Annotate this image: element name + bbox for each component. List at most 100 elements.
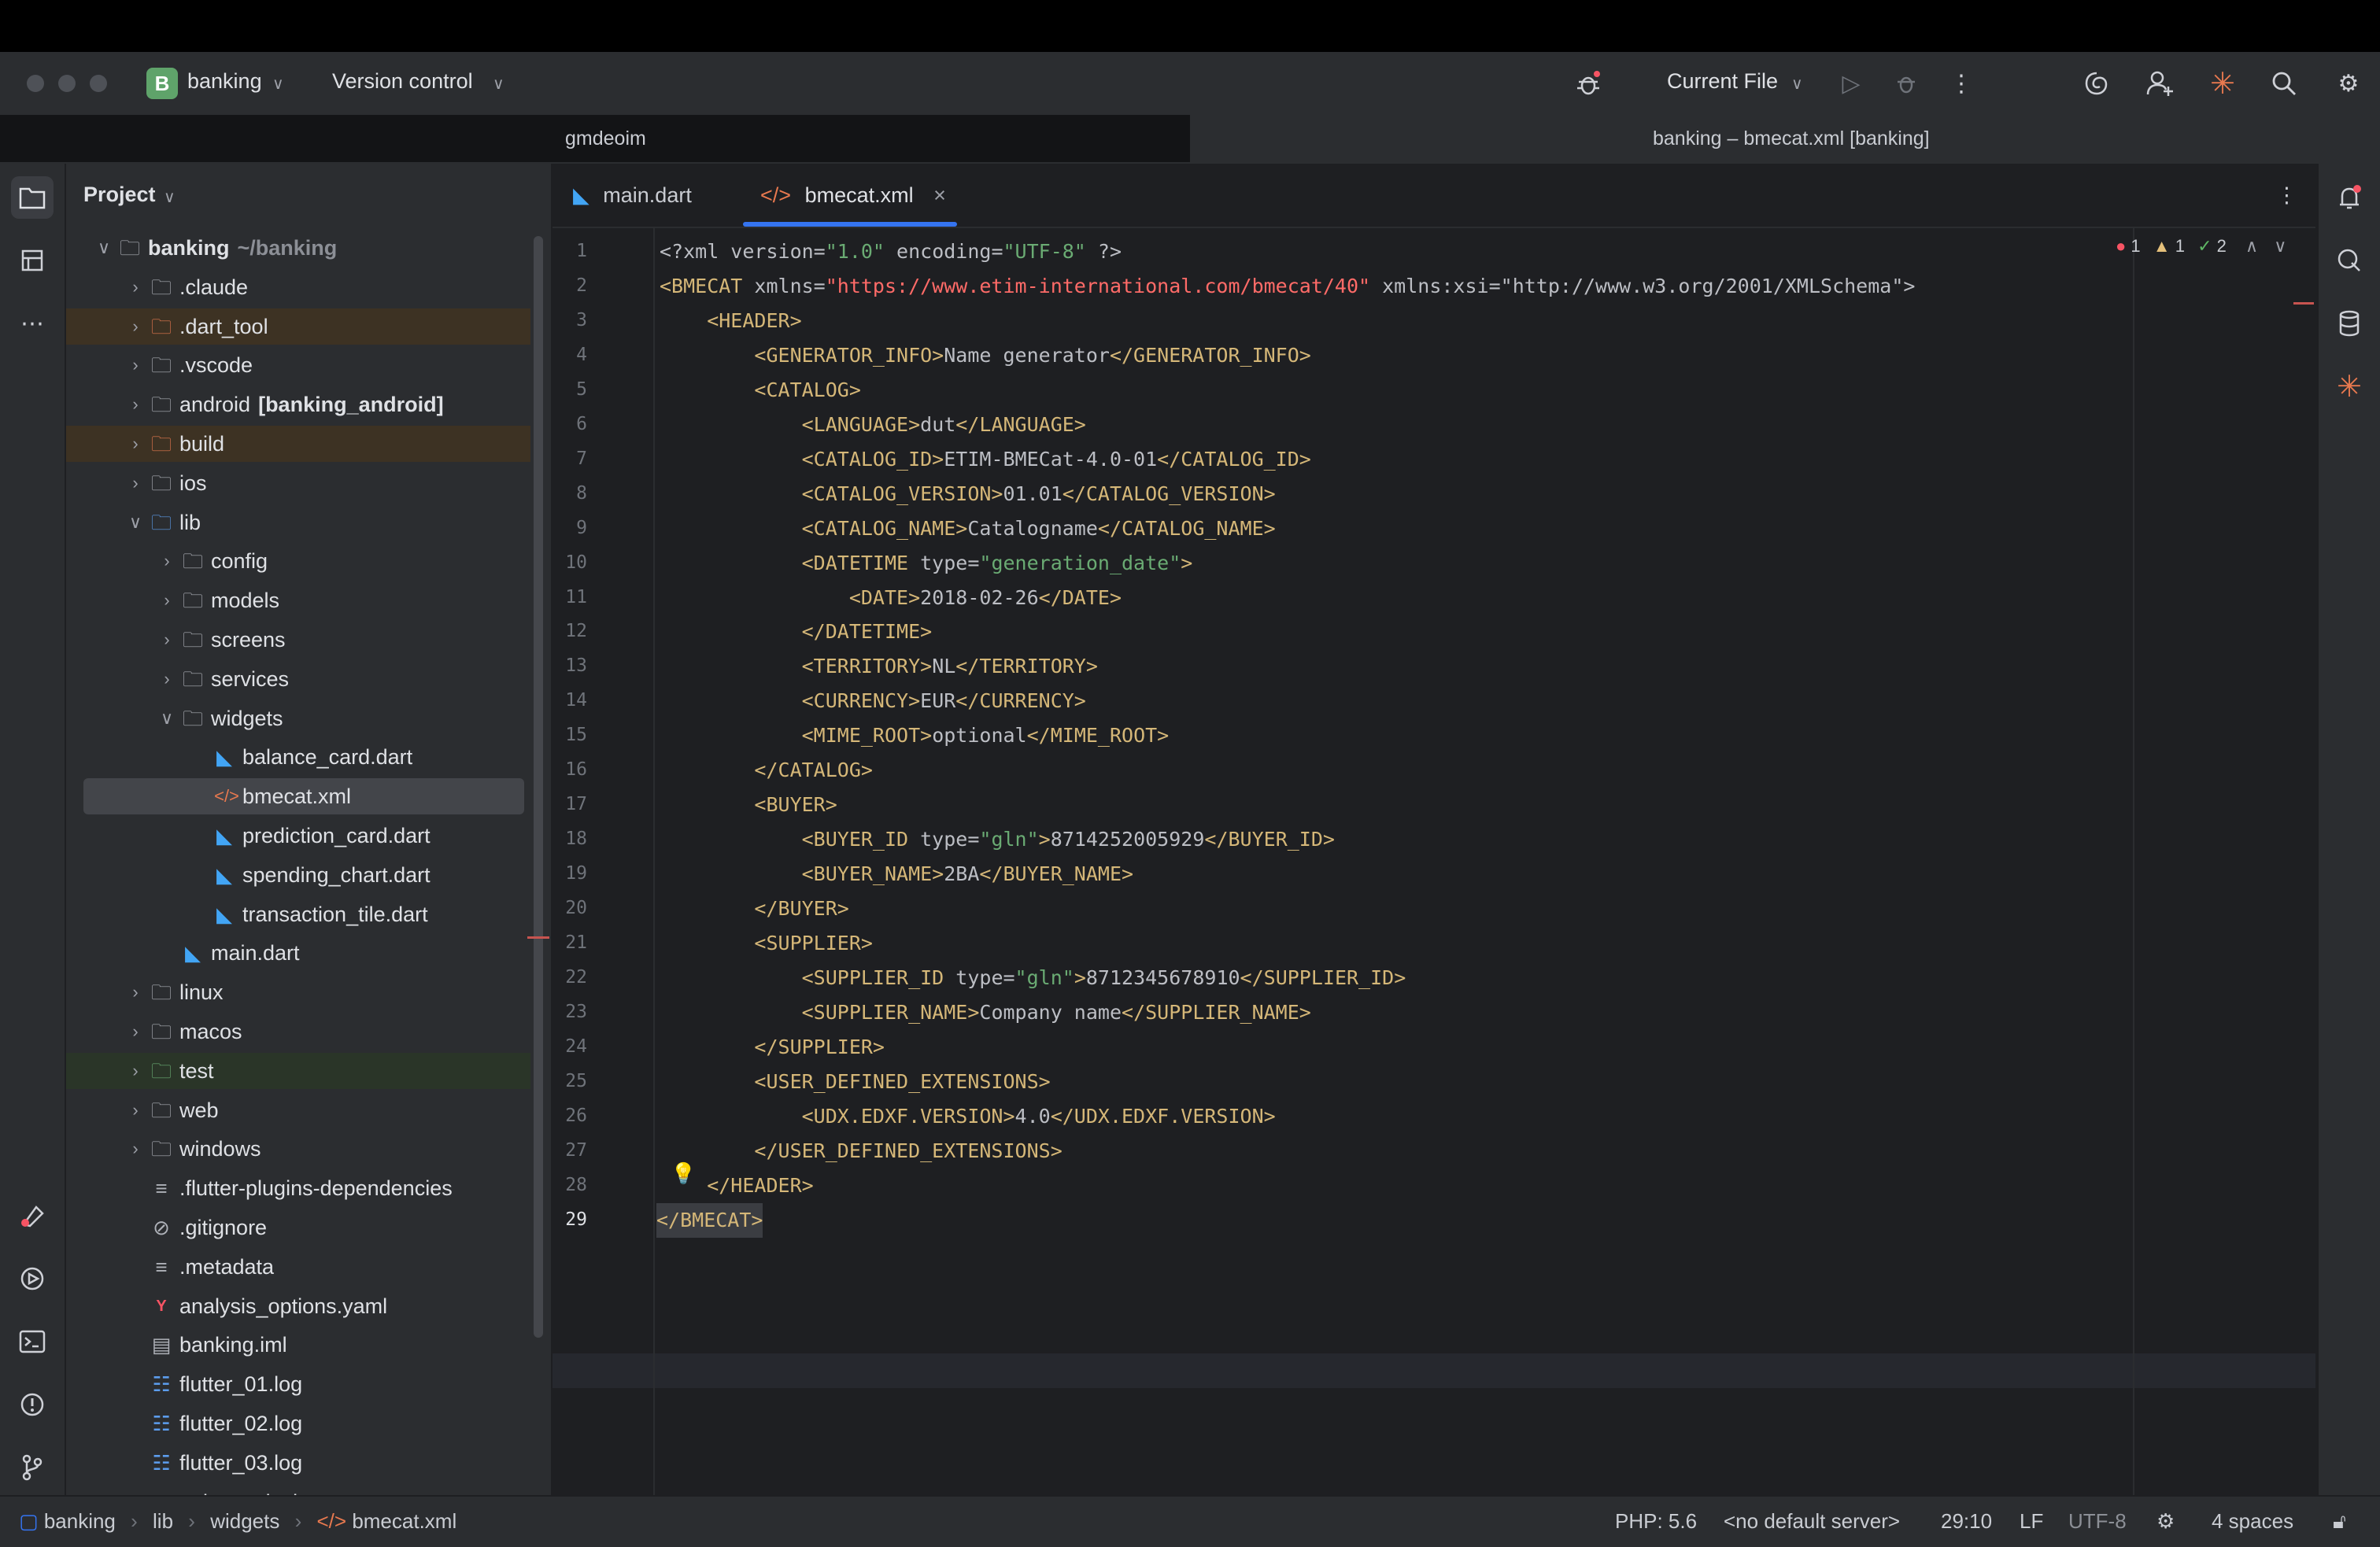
- ai-chat-icon[interactable]: [2328, 239, 2371, 282]
- chevron-right-icon[interactable]: ›: [128, 1092, 143, 1128]
- code-line[interactable]: <SUPPLIER_NAME>Company name</SUPPLIER_NA…: [660, 995, 1311, 1030]
- tree-item[interactable]: ◣ transaction_tile.dart: [66, 896, 530, 932]
- tree-item[interactable]: ☷ flutter_01.log: [66, 1366, 530, 1402]
- code-line[interactable]: <HEADER>: [660, 304, 801, 338]
- window-minimize-button[interactable]: [58, 75, 76, 92]
- tree-item[interactable]: ▤ banking.iml: [66, 1327, 530, 1363]
- project-scrollbar[interactable]: [534, 236, 543, 1338]
- close-icon[interactable]: ×: [933, 183, 946, 207]
- lock-icon[interactable]: 🔓︎: [2333, 1509, 2346, 1534]
- tree-item[interactable]: › 🗀︎ linux: [66, 974, 530, 1010]
- tree-item[interactable]: ◣ main.dart: [66, 935, 530, 971]
- ai-assistant-icon[interactable]: [2079, 66, 2114, 101]
- tree-item[interactable]: › 🗀︎ screens: [66, 622, 530, 658]
- tree-item[interactable]: ∨ 🗀︎ lib: [66, 504, 530, 541]
- terminal-icon[interactable]: [11, 1320, 54, 1363]
- code-line[interactable]: <DATETIME type="generation_date">: [660, 546, 1193, 581]
- tree-item[interactable]: › 🗀︎ .dart_tool: [66, 308, 530, 345]
- breadcrumb-item[interactable]: bmecat.xml: [352, 1509, 456, 1533]
- code-line[interactable]: <SUPPLIER>: [660, 926, 873, 961]
- search-icon[interactable]: [2267, 66, 2301, 101]
- code-line[interactable]: <BUYER_NAME>2BA</BUYER_NAME>: [660, 857, 1133, 892]
- code-line[interactable]: <CATALOG_ID>ETIM-BMECat-4.0-01</CATALOG_…: [660, 442, 1311, 477]
- code-line[interactable]: <CURRENCY>EUR</CURRENCY>: [660, 684, 1086, 718]
- chevron-right-icon[interactable]: ›: [159, 622, 175, 658]
- tree-item[interactable]: › 🗀︎ web: [66, 1092, 530, 1128]
- settings-icon[interactable]: ⚙: [2331, 66, 2366, 101]
- tree-item[interactable]: › 🗀︎ services: [66, 661, 530, 697]
- chevron-down-icon[interactable]: ∨: [2274, 236, 2286, 256]
- tree-item[interactable]: › 🗀︎ models: [66, 582, 530, 618]
- debug-icon[interactable]: [1889, 66, 1924, 101]
- more-vertical-icon[interactable]: ⋮: [1944, 66, 1979, 101]
- breadcrumb-item[interactable]: lib: [153, 1509, 173, 1533]
- claude-icon[interactable]: ✳: [2205, 66, 2240, 101]
- indent-setting[interactable]: 4 spaces: [2212, 1509, 2293, 1534]
- code-line[interactable]: <BUYER_ID type="gln">8714252005929</BUYE…: [660, 822, 1335, 857]
- code-line[interactable]: <GENERATOR_INFO>Name generator</GENERATO…: [660, 338, 1310, 373]
- project-name[interactable]: banking: [187, 69, 262, 94]
- code-line[interactable]: <CATALOG_VERSION>01.01</CATALOG_VERSION>: [660, 477, 1276, 511]
- run-tool-icon[interactable]: [11, 1257, 54, 1300]
- code-line[interactable]: <TERRITORY>NL</TERRITORY>: [660, 649, 1098, 684]
- window-zoom-button[interactable]: [90, 75, 107, 92]
- chevron-right-icon[interactable]: ›: [159, 582, 175, 618]
- code-line[interactable]: <DATE>2018-02-26</DATE>: [660, 581, 1122, 615]
- chevron-right-icon[interactable]: ›: [128, 1013, 143, 1050]
- chevron-right-icon[interactable]: ›: [128, 1053, 143, 1089]
- window-tab-inactive[interactable]: gmdeoim: [0, 115, 1190, 162]
- claude-icon[interactable]: ✳: [2328, 365, 2371, 408]
- flutter-inspector-icon[interactable]: [11, 1194, 54, 1237]
- code-line[interactable]: <LANGUAGE>dut</LANGUAGE>: [660, 408, 1086, 442]
- code-line[interactable]: </CATALOG>: [660, 753, 873, 788]
- tab-main-dart[interactable]: ◣ main.dart: [573, 164, 692, 227]
- chevron-right-icon[interactable]: ›: [128, 347, 143, 383]
- code-line[interactable]: <MIME_ROOT>optional</MIME_ROOT>: [660, 718, 1170, 753]
- tree-item[interactable]: › 🗀︎ config: [66, 543, 530, 579]
- database-icon[interactable]: [2328, 302, 2371, 345]
- notifications-icon[interactable]: [2328, 176, 2371, 219]
- tree-item[interactable]: ◣ balance_card.dart: [66, 739, 530, 775]
- chevron-right-icon[interactable]: ›: [128, 426, 143, 462]
- chevron-right-icon[interactable]: ›: [128, 974, 143, 1010]
- code-line[interactable]: <SUPPLIER_ID type="gln">8712345678910</S…: [660, 961, 1406, 995]
- code-line[interactable]: <USER_DEFINED_EXTENSIONS>: [660, 1065, 1050, 1099]
- bug-status-icon[interactable]: ⚙: [2156, 1509, 2175, 1534]
- tree-item[interactable]: ≡ .metadata: [66, 1249, 530, 1285]
- tree-item[interactable]: › 🗀︎ .vscode: [66, 347, 530, 383]
- git-branch-icon[interactable]: [11, 1446, 54, 1489]
- more-vertical-icon[interactable]: ⋮: [2276, 164, 2297, 227]
- chevron-right-icon[interactable]: ›: [128, 465, 143, 501]
- tree-item[interactable]: › 🗀︎ android [banking_android]: [66, 386, 530, 423]
- chevron-right-icon[interactable]: ›: [128, 1131, 143, 1167]
- tree-item[interactable]: ⊘ .gitignore: [66, 1209, 530, 1246]
- tree-item[interactable]: ☷ flutter_03.log: [66, 1445, 530, 1481]
- tree-item[interactable]: </> bmecat.xml: [83, 778, 524, 815]
- code-line[interactable]: </BUYER>: [660, 892, 848, 926]
- tree-item[interactable]: ◣ spending_chart.dart: [66, 857, 530, 893]
- caret-position[interactable]: 29:10: [1941, 1509, 1992, 1534]
- code-line[interactable]: <BMECAT xmlns="https://www.etim-internat…: [660, 269, 1915, 304]
- tree-item[interactable]: › 🗀︎ windows: [66, 1131, 530, 1167]
- chevron-up-icon[interactable]: ∧: [2245, 236, 2258, 256]
- code-line[interactable]: </DATETIME>: [660, 615, 933, 649]
- code-line[interactable]: <BUYER>: [660, 788, 837, 822]
- tree-item[interactable]: ☷ flutter_02.log: [66, 1405, 530, 1442]
- chevron-right-icon[interactable]: ›: [128, 269, 143, 305]
- inspection-widget[interactable]: ● 1 ▲ 1 ✓ 2 ∧ ∨: [2116, 236, 2286, 257]
- code-line[interactable]: </BMECAT>: [656, 1202, 763, 1238]
- chevron-right-icon[interactable]: ›: [128, 308, 143, 345]
- file-encoding[interactable]: UTF-8: [2068, 1509, 2127, 1534]
- chevron-right-icon[interactable]: ›: [128, 386, 143, 423]
- tree-item[interactable]: Yanalysis_options.yaml: [66, 1288, 530, 1324]
- add-user-icon[interactable]: [2142, 66, 2177, 101]
- window-tab-active[interactable]: banking – bmecat.xml [banking]: [1190, 115, 2380, 162]
- tab-bmecat-xml[interactable]: </> bmecat.xml ×: [760, 164, 946, 227]
- version-control-menu[interactable]: Version control: [332, 69, 473, 94]
- code-line[interactable]: </SUPPLIER>: [660, 1030, 885, 1065]
- tree-item[interactable]: › 🗀︎ ios: [66, 465, 530, 501]
- chevron-right-icon[interactable]: ›: [159, 661, 175, 697]
- code-line[interactable]: <CATALOG>: [660, 373, 860, 408]
- lightbulb-icon[interactable]: 💡: [671, 1161, 696, 1186]
- code-line[interactable]: </USER_DEFINED_EXTENSIONS>: [660, 1134, 1062, 1169]
